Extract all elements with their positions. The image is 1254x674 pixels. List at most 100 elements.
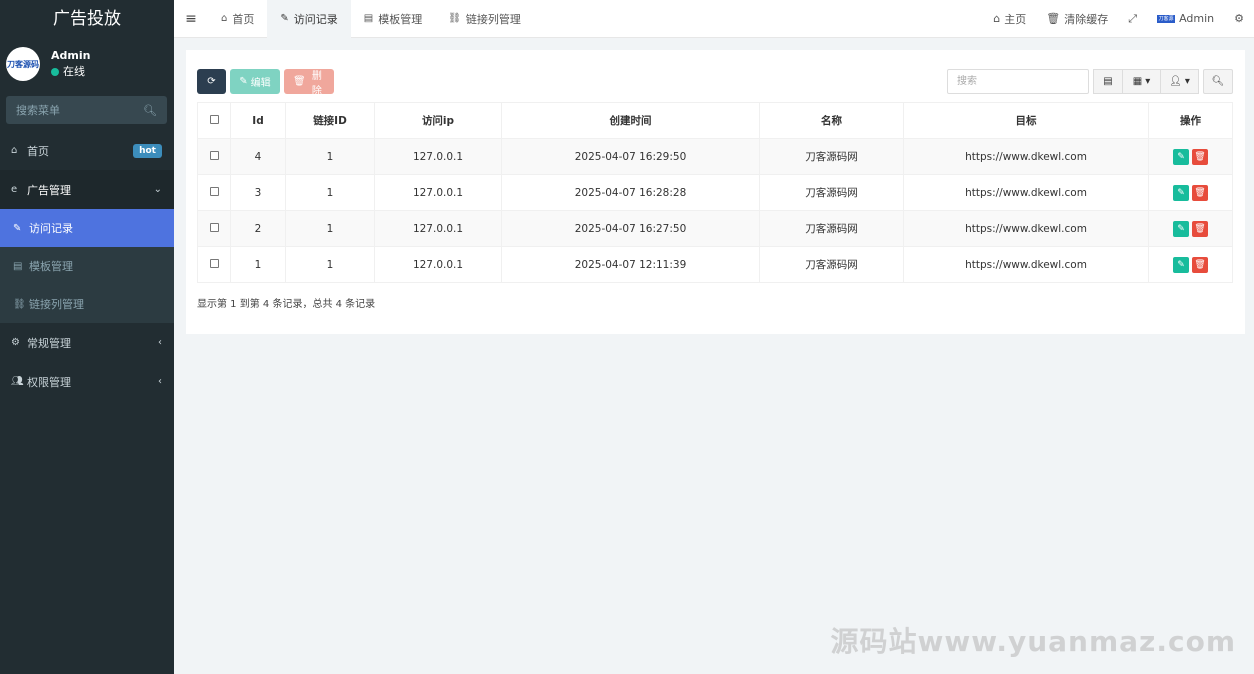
select-all-checkbox[interactable] <box>209 114 219 124</box>
tab-link-management[interactable]: ⛓ 链接列管理 <box>435 0 534 38</box>
select-all-cell[interactable] <box>197 102 231 139</box>
sidebar-item-home[interactable]: ⌂ 首页 hot <box>0 131 174 170</box>
cell-link-id: 1 <box>285 246 375 283</box>
sidebar-item-ad-management[interactable]: e 广告管理 ⌄ <box>0 170 174 209</box>
user-status: 在线 <box>51 64 90 80</box>
sidebar-item-general-management[interactable]: ⚙ 常规管理 ‹ <box>0 323 174 362</box>
cell-id: 3 <box>230 174 286 211</box>
caret-down-icon: ▾ <box>1184 76 1190 87</box>
advanced-search-button[interactable]: 🔍︎ <box>1203 69 1233 94</box>
header-target[interactable]: 目标 <box>903 102 1149 139</box>
table-toolbar: ⟳ ✎ 编辑 🗑︎ 删除 <box>197 69 334 97</box>
delete-button[interactable]: 🗑︎ 删除 <box>284 69 334 97</box>
homepage-link[interactable]: ⌂ 主页 <box>983 11 1036 27</box>
clear-cache-button[interactable]: 🗑︎ 清除缓存 <box>1036 11 1118 27</box>
fullscreen-icon[interactable]: ⤢ <box>1118 12 1147 26</box>
admin-menu[interactable]: 刀客源码 Admin <box>1147 12 1224 30</box>
row-checkbox[interactable] <box>209 186 219 196</box>
pencil-icon: ✎ <box>13 222 22 234</box>
delete-label: 删除 <box>311 70 322 97</box>
chevron-down-icon: ⌄ <box>153 184 162 195</box>
edit-button[interactable]: ✎ 编辑 <box>230 69 280 94</box>
trash-icon: 🗑︎ <box>1046 12 1061 25</box>
export-button[interactable]: 👤︎ ▾ <box>1161 69 1199 94</box>
row-checkbox[interactable] <box>209 150 219 160</box>
cell-id: 2 <box>230 210 286 247</box>
sidebar-menu: ⌂ 首页 hot e 广告管理 ⌄ ✎ 访问记录 ▤ 模板管理 ⛓ 链接列管理 … <box>0 131 174 401</box>
row-edit-icon[interactable]: ✎ <box>1173 148 1189 165</box>
search-icon[interactable]: 🔍︎ <box>143 104 157 117</box>
table-header-row: Id 链接ID 访问ip 创建时间 名称 目标 操作 <box>197 102 1233 139</box>
settings-cogs-icon[interactable]: ⚙ <box>1224 12 1254 25</box>
cell-ip: 127.0.0.1 <box>374 138 502 175</box>
group-icon: 👥︎ <box>11 376 24 387</box>
header-created-time[interactable]: 创建时间 <box>501 102 760 139</box>
homepage-label: 主页 <box>1004 12 1027 26</box>
row-edit-icon[interactable]: ✎ <box>1173 256 1189 273</box>
row-edit-icon[interactable]: ✎ <box>1173 184 1189 201</box>
cogs-icon: ⚙ <box>11 337 20 348</box>
menu-search-input[interactable] <box>16 103 136 117</box>
view-button-group: ▤ ▦ ▾ 👤︎ ▾ <box>1093 69 1199 94</box>
avatar: 刀客源码 <box>6 47 40 81</box>
row-edit-icon[interactable]: ✎ <box>1173 220 1189 237</box>
cell-id: 4 <box>230 138 286 175</box>
chevron-left-icon: ‹ <box>158 337 162 348</box>
online-dot-icon <box>51 68 59 76</box>
cell-time: 2025-04-07 16:28:28 <box>501 174 760 211</box>
pagination-info: 显示第 1 到第 4 条记录，总共 4 条记录 <box>197 299 376 310</box>
refresh-button[interactable]: ⟳ <box>197 69 226 94</box>
list-icon: ▤ <box>363 13 374 24</box>
header-ip[interactable]: 访问ip <box>374 102 502 139</box>
chevron-left-icon: ‹ <box>158 376 162 387</box>
tab-label: 访问记录 <box>293 12 338 26</box>
pencil-icon: ✎ <box>280 13 289 24</box>
sidebar-item-permission-management[interactable]: 👥︎ 权限管理 ‹ <box>0 362 174 401</box>
cell-name: 刀客源码网 <box>759 246 904 283</box>
cell-link-id: 1 <box>285 174 375 211</box>
user-status-text: 在线 <box>63 65 85 78</box>
home-icon: ⌂ <box>993 12 1001 25</box>
row-delete-icon[interactable]: 🗑︎ <box>1192 148 1208 165</box>
user-panel: 刀客源码 Admin 在线 <box>0 38 174 90</box>
row-checkbox[interactable] <box>209 222 219 232</box>
pencil-icon: ✎ <box>239 76 248 87</box>
cell-time: 2025-04-07 12:11:39 <box>501 246 760 283</box>
sidebar-item-label: 模板管理 <box>29 260 73 273</box>
menu-search: 🔍︎ <box>6 96 167 124</box>
watermark: 源码站www.yuanmaz.com <box>830 625 1236 658</box>
sidebar-item-label: 链接列管理 <box>29 298 84 311</box>
sidebar-item-visit-records[interactable]: ✎ 访问记录 <box>0 209 174 247</box>
tab-template-management[interactable]: ▤ 模板管理 <box>351 0 435 38</box>
columns-button[interactable]: ▦ ▾ <box>1123 69 1161 94</box>
ie-icon: e <box>11 184 18 195</box>
row-checkbox[interactable] <box>209 258 219 268</box>
table-right-tools: ▤ ▦▾ 👤︎▾ 🔍︎ <box>947 69 1233 94</box>
cell-time: 2025-04-07 16:29:50 <box>501 138 760 175</box>
cell-target: https://www.dkewl.com <box>903 174 1149 211</box>
header-id[interactable]: Id <box>230 102 286 139</box>
sidebar-item-label: 访问记录 <box>29 222 73 235</box>
header-link-id[interactable]: 链接ID <box>285 102 375 139</box>
tab-home[interactable]: ⌂ 首页 <box>208 0 267 38</box>
toggle-view-button[interactable]: ▤ <box>1093 69 1123 94</box>
tab-visit-records[interactable]: ✎ 访问记录 <box>267 0 351 38</box>
header-name[interactable]: 名称 <box>759 102 904 139</box>
link-icon: ⛓ <box>13 298 26 310</box>
sidebar-item-label: 首页 <box>27 144 49 158</box>
row-delete-icon[interactable]: 🗑︎ <box>1192 184 1208 201</box>
visit-records-table: Id 链接ID 访问ip 创建时间 名称 目标 操作 4 1 127.0.0.1… <box>197 102 1233 283</box>
admin-label: Admin <box>1179 12 1215 25</box>
row-delete-icon[interactable]: 🗑︎ <box>1192 220 1208 237</box>
sidebar-item-template-management[interactable]: ▤ 模板管理 <box>0 247 174 285</box>
cell-ip: 127.0.0.1 <box>374 210 502 247</box>
tab-label: 模板管理 <box>378 12 423 26</box>
row-delete-icon[interactable]: 🗑︎ <box>1192 256 1208 273</box>
grid-icon: ▦ <box>1132 76 1143 87</box>
table-search-input[interactable] <box>947 69 1089 94</box>
menu-toggle-icon[interactable]: ≡ <box>174 11 208 27</box>
sidebar-item-link-management[interactable]: ⛓ 链接列管理 <box>0 285 174 323</box>
brand-title[interactable]: 广告投放 <box>0 0 174 38</box>
refresh-icon: ⟳ <box>207 76 216 87</box>
admin-avatar-logo: 刀客源码 <box>1157 14 1176 30</box>
